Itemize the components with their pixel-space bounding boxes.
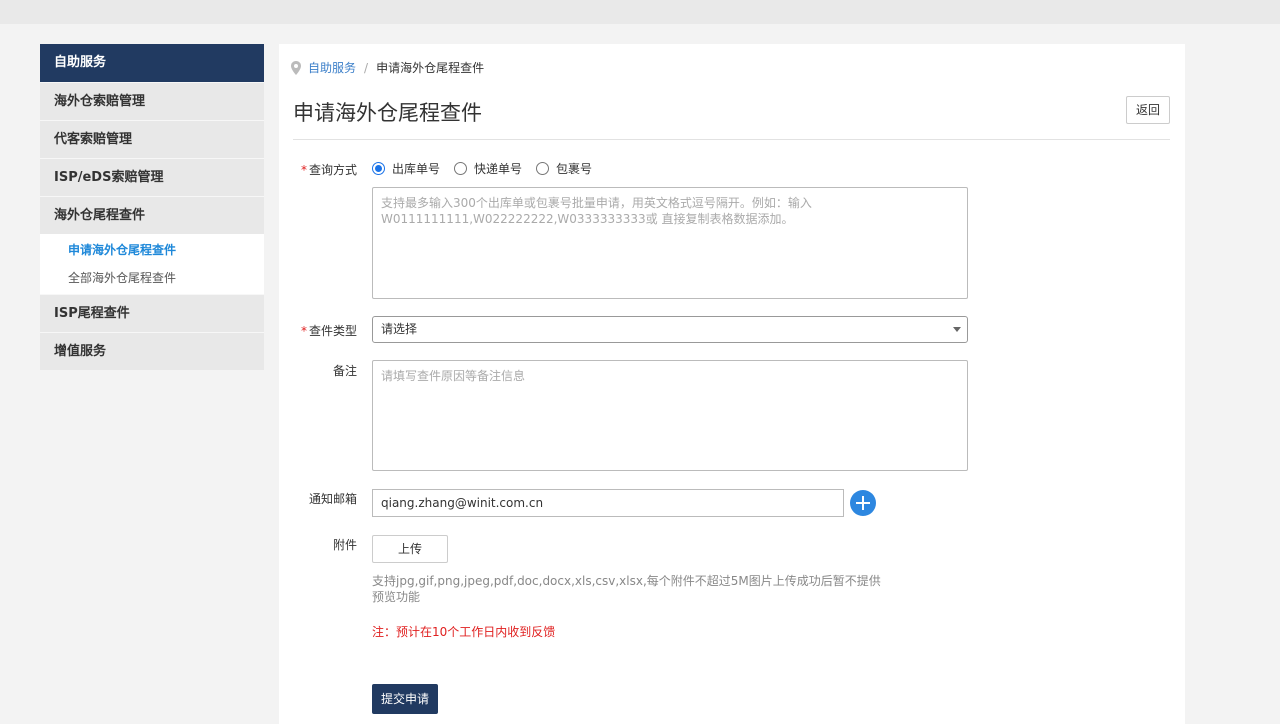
upload-button[interactable]: 上传 [372,535,448,563]
email-label: 通知邮箱 [308,492,357,506]
query-method-label: * 查询方式 [300,163,357,177]
breadcrumb: 自助服务 / 申请海外仓尾程查件 [290,59,484,76]
query-method-radio-group: 出库单号 快递单号 包裹号 [372,160,606,177]
sidebar-item-isp-eds-claims[interactable]: ISP/eDS索赔管理 [40,158,264,196]
top-bar [0,0,1280,24]
sidebar-item-agent-claims[interactable]: 代客索赔管理 [40,120,264,158]
location-pin-icon [291,60,301,75]
radio-express-number[interactable]: 快递单号 [454,160,522,177]
radio-unchecked-icon[interactable] [454,162,468,175]
remark-label: 备注 [332,364,357,378]
sidebar-item-warehouse-tracking[interactable]: 海外仓尾程查件 [40,196,264,234]
breadcrumb-parent-link[interactable]: 自助服务 [308,59,356,76]
numbers-textarea[interactable]: 支持最多输入300个出库单或包裹号批量申请，用英文格式逗号隔开。例如：输入W01… [372,187,968,299]
chevron-down-icon [953,327,961,332]
title-divider [293,139,1170,140]
breadcrumb-separator: / [364,60,369,75]
sidebar: 自助服务 海外仓索赔管理 代客索赔管理 ISP/eDS索赔管理 海外仓尾程查件 … [40,44,264,370]
radio-package-number[interactable]: 包裹号 [536,160,592,177]
query-type-label: * 查件类型 [300,324,357,338]
query-type-select[interactable]: 请选择 [372,316,968,343]
sidebar-item-isp-tracking[interactable]: ISP尾程查件 [40,294,264,332]
email-field[interactable]: qiang.zhang@winit.com.cn [372,489,844,517]
sidebar-header[interactable]: 自助服务 [40,44,264,82]
radio-outbound-number[interactable]: 出库单号 [372,160,440,177]
attachment-hint: 支持jpg,gif,png,jpeg,pdf,doc,docx,xls,csv,… [372,574,881,604]
remark-textarea[interactable]: 请填写查件原因等备注信息 [372,360,968,471]
add-email-button[interactable] [850,490,876,516]
attachment-label: 附件 [332,538,357,552]
radio-checked-icon[interactable] [372,162,385,175]
sidebar-item-warehouse-claims[interactable]: 海外仓索赔管理 [40,82,264,120]
breadcrumb-current: 申请海外仓尾程查件 [376,61,485,75]
back-button[interactable]: 返回 [1126,96,1170,124]
required-mark: * [300,324,307,338]
sidebar-subitem-all-tracking[interactable]: 全部海外仓尾程查件 [40,264,264,292]
main-panel: 自助服务 / 申请海外仓尾程查件 申请海外仓尾程查件 返回 * 查询方式 出库单号… [279,44,1185,724]
submit-button[interactable]: 提交申请 [372,684,438,714]
sidebar-item-value-added[interactable]: 增值服务 [40,332,264,370]
radio-unchecked-icon[interactable] [536,162,550,175]
sidebar-submenu: 申请海外仓尾程查件 全部海外仓尾程查件 [40,234,264,294]
required-mark: * [300,163,307,177]
query-type-selected-value: 请选择 [381,322,418,336]
page-title: 申请海外仓尾程查件 [293,101,482,125]
sidebar-subitem-apply-tracking[interactable]: 申请海外仓尾程查件 [40,236,264,264]
feedback-note: 注：预计在10个工作日内收到反馈 [372,625,556,639]
